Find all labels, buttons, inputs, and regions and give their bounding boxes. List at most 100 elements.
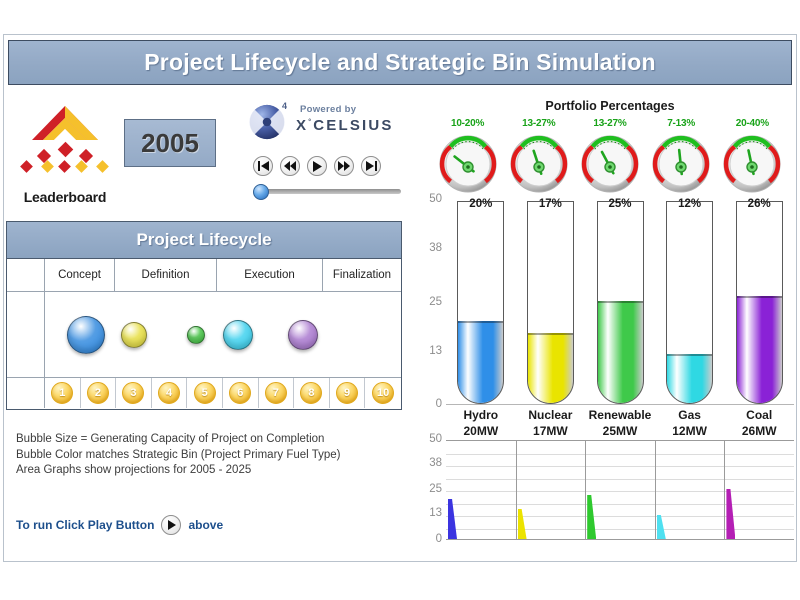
capacity-tube [457, 201, 505, 404]
bar-chart-plot: 20% 17% 25% 12% 26% [446, 198, 794, 405]
timeline-slider[interactable] [253, 184, 401, 200]
lifecycle-stage-cell[interactable]: 3 [116, 378, 152, 408]
area-chart-gridline [446, 491, 794, 492]
area-chart-y-tick: 50 [429, 433, 442, 445]
gauge-dial[interactable] [721, 131, 783, 193]
project-lifecycle-header: Project Lifecycle [7, 222, 401, 259]
gauge-dial[interactable] [508, 131, 570, 193]
lifecycle-stage-cell[interactable]: 8 [294, 378, 330, 408]
area-chart-series [517, 509, 527, 539]
capacity-percent-label: 26% [747, 198, 771, 210]
area-chart-y-tick: 13 [429, 507, 442, 519]
portfolio-gauge: 20-40% [717, 118, 788, 198]
xcelsius-brand: 4 Powered by X°CELSIUS [248, 101, 403, 143]
area-chart-gridline [446, 478, 794, 480]
lifecycle-bubble[interactable] [67, 316, 105, 354]
lifecycle-stage-number: 9 [336, 382, 359, 404]
gauge-range-label: 20-40% [735, 118, 769, 129]
lifecycle-col-finalization: Finalization [332, 269, 392, 281]
play-button[interactable] [307, 156, 327, 176]
gauge-face-icon [581, 135, 639, 193]
gauge-face-icon [723, 135, 781, 193]
lifecycle-stage-cell[interactable]: 1 [45, 378, 81, 408]
portfolio-gauge: 13-27% [503, 118, 574, 198]
lifecycle-stage-number: 5 [193, 382, 216, 404]
capacity-tube [526, 201, 574, 404]
fuel-name: Hydro [463, 408, 499, 422]
lifecycle-bubble[interactable] [223, 320, 253, 350]
capacity-tube-fill [458, 321, 504, 403]
lifecycle-stage-cell[interactable]: 7 [259, 378, 295, 408]
fuel-name: Nuclear [528, 408, 573, 422]
lifecycle-stage-cell[interactable]: 9 [330, 378, 366, 408]
lifecycle-stage-cell[interactable]: 6 [223, 378, 259, 408]
rewind-button[interactable] [280, 156, 300, 176]
legend-line-1: Bubble Size = Generating Capacity of Pro… [16, 433, 325, 445]
gauge-range-label: 7-13% [667, 118, 696, 129]
xcelsius-wordmark: X°CELSIUS [296, 117, 394, 134]
lifecycle-stage-cell[interactable]: 10 [365, 378, 401, 408]
fuel-name: Gas [678, 408, 701, 422]
bar-chart-x-label: Hydro 20MW [441, 408, 521, 438]
gauge-dial[interactable] [437, 131, 499, 193]
area-chart-panel-divider [724, 441, 726, 539]
area-chart-panel-divider [654, 441, 656, 539]
gauges-title: Portfolio Percentages [545, 99, 675, 113]
run-instructions: To run Click Play Button above [16, 515, 223, 535]
area-chart-y-tick: 38 [429, 457, 442, 469]
lifecycle-stage-cell[interactable]: 5 [187, 378, 223, 408]
fast-forward-button[interactable] [334, 156, 354, 176]
lifecycle-stage-number: 10 [372, 382, 395, 404]
capacity-percent-label: 17% [538, 198, 562, 210]
lifecycle-gutter-cell [7, 259, 45, 291]
lifecycle-col-concept: Concept [45, 259, 115, 291]
rewind-icon [284, 161, 296, 171]
slider-track[interactable] [261, 189, 401, 194]
area-chart-plot [446, 440, 794, 540]
bar-chart-y-axis: 0 13 25 38 50 [410, 193, 444, 410]
lifecycle-bubble[interactable] [187, 326, 205, 344]
leaderboard-logo-text: Leaderboard [23, 189, 107, 205]
bar-chart-y-tick: 50 [429, 193, 442, 205]
leaderboard-logo: Leaderboard [12, 100, 118, 205]
capacity-percent-label: 25% [608, 198, 632, 210]
gauge-dial[interactable] [650, 131, 712, 193]
capacity-tube-fill [527, 333, 573, 403]
lifecycle-gutter-cell [7, 378, 45, 408]
capacity-bar-chart: 0 13 25 38 50 20% 17% 25% 12% 26% Hydro 20MW Nucle… [410, 193, 795, 438]
bar-chart-x-label: Gas 12MW [650, 408, 730, 438]
leaderboard-mark-icon [20, 106, 109, 173]
portfolio-gauge: 10-20% [432, 118, 503, 198]
fuel-capacity: 26MW [741, 424, 777, 438]
lifecycle-stage-number: 4 [158, 382, 181, 404]
play-button-inline[interactable] [161, 515, 182, 535]
capacity-tube-fill [597, 300, 643, 403]
lifecycle-stage-cell[interactable]: 2 [81, 378, 117, 408]
area-chart-y-tick: 0 [435, 533, 442, 545]
playback-controls [253, 155, 403, 177]
fast-forward-icon [338, 161, 350, 171]
lifecycle-bubble[interactable] [288, 320, 318, 350]
lifecycle-bubble[interactable] [121, 322, 147, 348]
skip-back-button[interactable] [253, 156, 273, 176]
skip-forward-button[interactable] [361, 156, 381, 176]
gauge-dial[interactable] [579, 131, 641, 193]
bar-chart-x-label: Nuclear 17MW [510, 408, 590, 438]
fuel-capacity: 12MW [672, 424, 707, 438]
page-title-bar: Project Lifecycle and Strategic Bin Simu… [8, 40, 792, 85]
year-value: 2005 [141, 127, 199, 158]
portfolio-gauges: 10-20% 13-27% 13-27% 7-13% 20-40% [432, 118, 788, 198]
lifecycle-stage-cell[interactable]: 4 [152, 378, 188, 408]
area-chart-gridline [446, 466, 794, 467]
skip-forward-icon [365, 161, 377, 171]
bar-chart-y-tick: 38 [429, 242, 442, 255]
capacity-tube-fill [667, 353, 713, 403]
powered-by-label: Powered by [300, 104, 357, 115]
lifecycle-stage-number: 3 [122, 382, 145, 404]
slider-handle[interactable] [253, 184, 269, 200]
gauge-face-icon [652, 135, 710, 193]
lifecycle-col-execution: Execution [217, 259, 323, 291]
fuel-capacity: 17MW [533, 424, 568, 438]
area-chart-gridline [446, 453, 794, 455]
run-instruction-prefix: To run Click Play Button [16, 518, 155, 532]
